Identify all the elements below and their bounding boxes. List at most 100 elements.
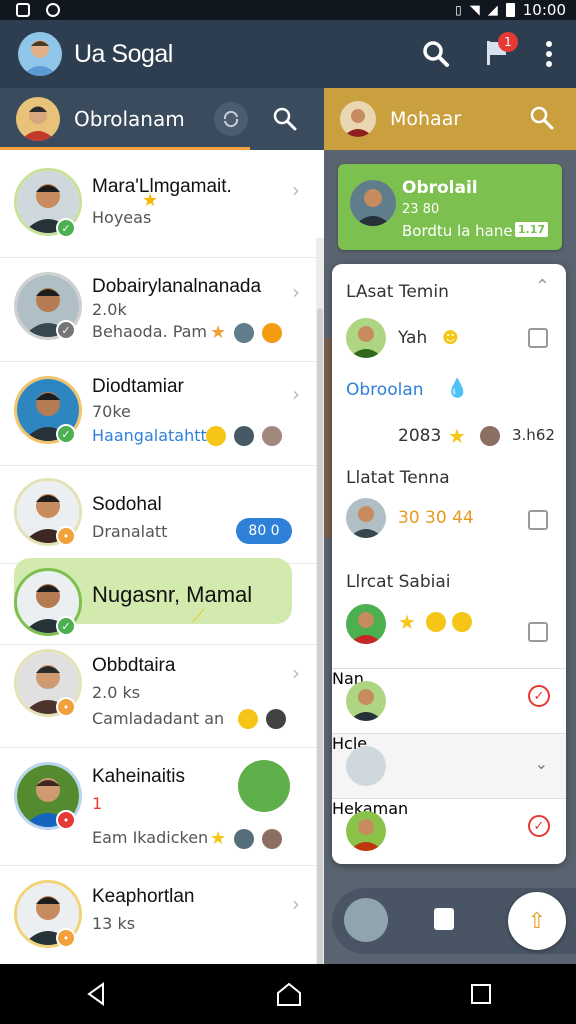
menu-item-label: Yah (398, 328, 428, 348)
online-status-icon: ✓ (56, 616, 76, 636)
menu-item[interactable]: Obroolan 💧 (332, 364, 566, 414)
menu-item[interactable]: Hcle ⌄ (332, 734, 566, 798)
menu-item[interactable]: Nan ✓ (332, 669, 566, 733)
mini-avatar (262, 828, 283, 849)
lantern-icon (346, 746, 386, 786)
menu-item-label: Obroolan (346, 380, 424, 400)
menu-item[interactable]: Hekaman ✓ (332, 799, 566, 864)
system-nav-bar (0, 964, 576, 1024)
unread-badge: 80 0 (236, 518, 292, 544)
chevron-right-icon: › (292, 661, 300, 685)
chevron-right-icon: › (292, 280, 300, 304)
group-meta: 23 80 (402, 202, 440, 217)
menu-avatar (346, 604, 386, 644)
section-label: Llatat Tenna (346, 468, 450, 488)
menu-avatar (346, 318, 386, 358)
chat-name: Keaphortlan (92, 886, 195, 907)
scrollbar-thumb[interactable] (317, 308, 323, 1024)
star-icon: ★ (210, 322, 227, 343)
chat-item[interactable]: ✓ Dobairylanalnanada 2.0k Behaoda. Pam ★… (0, 258, 318, 362)
chat-item[interactable]: • Kaheinaitis 1 Eam Ikadicken ★ (0, 748, 318, 866)
contact-avatar[interactable] (340, 101, 376, 137)
chat-meta: 1 (92, 794, 103, 813)
options-menu: LAsat Temin ⌃ Yah ☻ Obroolan 💧 2083 ★ 3.… (332, 264, 566, 864)
wifi-icon: ◥ (469, 2, 480, 18)
notification-badge: 1 (498, 32, 518, 52)
chat-item[interactable]: ✓ Mara'Llmgamait. Hoyeas ★ › (0, 150, 318, 258)
notification-icon (16, 3, 30, 17)
star-icon: ★ (210, 828, 227, 849)
menu-item-label: 2083 (398, 426, 442, 446)
mini-avatar (234, 426, 254, 446)
chat-list-panel: Obrolanam ✓ Mara'Llmgamait. Hoyeas ★ › ✓… (0, 88, 324, 1024)
notifications-button[interactable]: 1 (484, 32, 518, 70)
chat-name: Mara'Llmgamait. (92, 176, 232, 197)
group-subtitle: Bordtu la hane (402, 222, 513, 240)
chat-item[interactable]: ✓ Diodtamiar 70ke Haangalatahtt › (0, 362, 318, 466)
mini-avatar (480, 426, 500, 446)
mini-avatar (234, 322, 255, 343)
home-icon[interactable] (275, 981, 303, 1007)
search-icon[interactable] (272, 106, 298, 132)
app-bar: Ua Sogal 1 (0, 20, 576, 88)
menu-header: LAsat Temin ⌃ (332, 264, 566, 314)
battery-icon (505, 3, 515, 17)
checkbox[interactable] (528, 510, 548, 530)
group-title: Obrolail (402, 178, 478, 198)
menu-avatar (346, 681, 386, 721)
scrollbar[interactable] (316, 238, 324, 1024)
away-status-icon: • (56, 526, 76, 546)
dock-avatar[interactable] (344, 898, 388, 942)
checkbox[interactable] (528, 622, 548, 642)
chat-meta: 2.0 ks (92, 683, 141, 702)
away-status-icon: • (56, 697, 76, 717)
chat-name: Obbdtaira (92, 655, 176, 676)
collapse-icon[interactable]: ⌃ (535, 276, 550, 297)
chat-item[interactable]: • Sodohal Dranalatt 80 0 (0, 466, 318, 564)
camera-icon[interactable] (434, 908, 454, 930)
chat-item-selected[interactable]: ✓ Nugasnr, Mamal ⟋ (0, 564, 318, 644)
menu-item-label: 30 30 44 (398, 508, 474, 528)
compose-button[interactable]: ⇧ (508, 892, 566, 950)
chevron-right-icon: › (292, 178, 300, 202)
chat-item[interactable]: • Obbdtaira 2.0 ks Camladadant an › (0, 644, 318, 748)
checkbox[interactable] (528, 328, 548, 348)
star-icon: ★ (142, 190, 159, 211)
search-icon[interactable] (530, 106, 554, 130)
chat-subtitle: Haangalatahtt (92, 426, 207, 445)
star-icon: ★ (448, 424, 466, 448)
menu-item[interactable]: 2083 ★ 3.h62 (332, 414, 566, 464)
star-icon: ★ (398, 610, 416, 634)
busy-status-icon: • (56, 810, 76, 830)
chat-name: Diodtamiar (92, 376, 184, 397)
share-icon: ⇧ (527, 908, 547, 934)
menu-avatar (346, 811, 386, 851)
mini-avatar (234, 828, 255, 849)
chat-item[interactable]: • Keaphortlan 13 ks › (0, 866, 318, 964)
sync-button[interactable] (214, 102, 248, 136)
sync-icon (223, 110, 239, 128)
menu-item[interactable]: Yah ☻ (332, 314, 566, 364)
menu-item[interactable]: 30 30 44 (332, 494, 566, 550)
back-icon[interactable] (83, 981, 109, 1007)
user-avatar[interactable] (16, 97, 60, 141)
recents-icon[interactable] (469, 982, 493, 1006)
chevron-right-icon: › (292, 382, 300, 406)
group-avatar (350, 180, 396, 226)
online-status-icon: ✓ (56, 218, 76, 238)
chat-subtitle: Eam Ikadicken (92, 828, 209, 847)
tick-icon: ⟋ (192, 606, 205, 627)
chat-meta: 2.0k (92, 300, 127, 319)
menu-item[interactable]: ★ (332, 600, 566, 660)
status-icon: ✓ (56, 320, 76, 340)
chat-name: Kaheinaitis (92, 766, 185, 787)
search-icon[interactable] (422, 40, 450, 68)
screen: ▯ ◥ ◢ 10:00 Ua Sogal 1 Obrolanam ✓ Mara'… (0, 0, 576, 1024)
profile-avatar[interactable] (18, 32, 62, 76)
menu-item-extra: 3.h62 (512, 426, 555, 444)
more-vert-icon[interactable] (544, 40, 554, 68)
group-card[interactable]: Obrolail 23 80 Bordtu la hane 1.17 (338, 164, 562, 250)
chat-name: Nugasnr, Mamal (92, 582, 253, 607)
chat-meta: 70ke (92, 402, 131, 421)
chat-meta: 13 ks (92, 914, 136, 933)
